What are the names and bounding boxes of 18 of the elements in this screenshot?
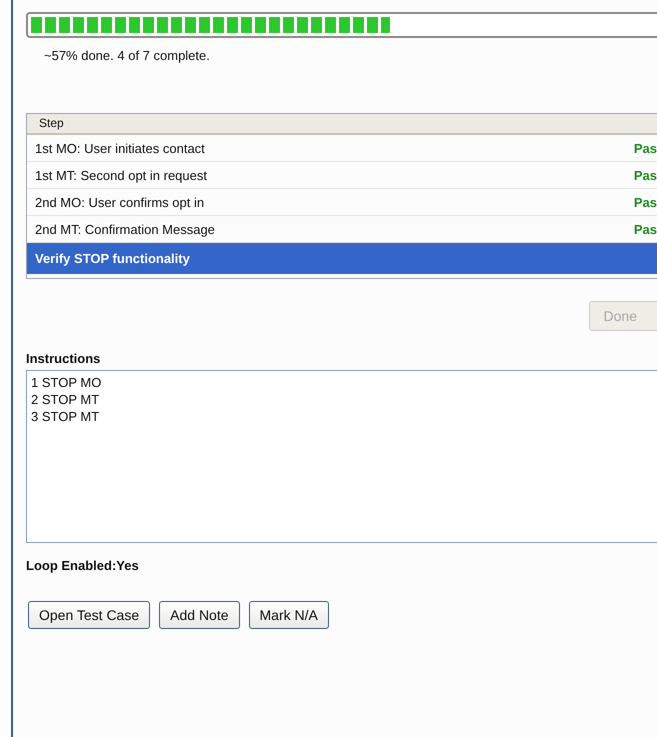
step-name: 1st MT: Second opt in request (35, 168, 207, 182)
loop-status: Loop Enabled:Yes (26, 558, 140, 573)
step-name: 1st MO: User initiates contact (35, 140, 205, 156)
action-button[interactable]: Open Test Case (28, 601, 150, 629)
step-name: 2nd MT: Confirmation Message (35, 222, 215, 236)
action-button[interactable]: Mark N/A (248, 601, 329, 629)
step-name: Verify STOP functionality (35, 251, 190, 266)
step-name: 2nd MO: User confirms opt in (35, 194, 204, 210)
step-status: Pas (634, 194, 657, 210)
table-row[interactable]: Verify STOP functionality (27, 243, 657, 274)
step-status: Pas (634, 140, 657, 156)
instructions-label: Instructions (26, 351, 102, 366)
action-button[interactable]: Add Note (159, 601, 240, 629)
progress-caption: ~57% done. 4 of 7 complete. (43, 47, 211, 65)
step-status: Pas (634, 222, 657, 236)
step-status: Pas (634, 168, 657, 182)
instructions-field[interactable]: 1 STOP MO 2 STOP MT 3 STOP MT (26, 370, 657, 543)
column-header: Step (39, 116, 64, 130)
